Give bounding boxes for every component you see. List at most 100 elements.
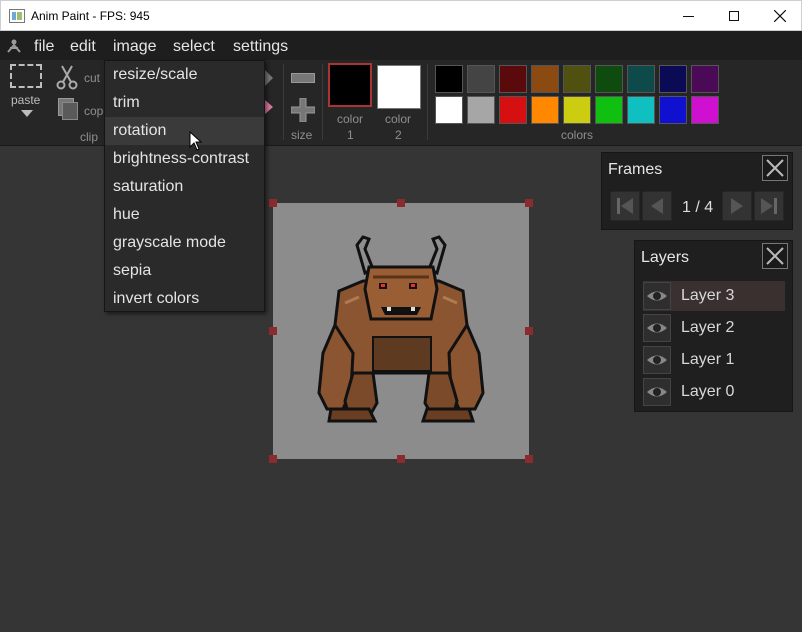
resize-handle-r[interactable]: [525, 327, 533, 335]
visibility-eye-icon[interactable]: [643, 346, 671, 374]
minimize-icon: [682, 15, 694, 17]
color-1-swatch[interactable]: [328, 63, 372, 107]
maximize-icon: [729, 11, 739, 21]
arrow-right-icon[interactable]: [265, 70, 275, 86]
prev-frame-icon: [651, 198, 663, 214]
first-frame-icon: [617, 198, 633, 214]
layer-label: Layer 0: [681, 383, 735, 400]
visibility-eye-icon[interactable]: [643, 314, 671, 342]
layer-row[interactable]: Layer 1: [643, 345, 785, 375]
close-window-button[interactable]: [757, 1, 802, 31]
frames-close-button[interactable]: [762, 155, 788, 181]
layers-close-button[interactable]: [762, 243, 788, 269]
image-menu-item[interactable]: saturation: [105, 173, 264, 201]
colors-label: colors: [561, 128, 594, 142]
palette-swatch[interactable]: [435, 96, 463, 124]
resize-handle-br[interactable]: [525, 455, 533, 463]
color-2-number: 2: [395, 128, 402, 142]
paste-chevron-icon[interactable]: [21, 110, 33, 118]
image-menu-item[interactable]: trim: [105, 89, 264, 117]
window-titlebar: Anim Paint - FPS: 945: [0, 0, 802, 31]
palette-swatch[interactable]: [531, 96, 559, 124]
color-2-swatch[interactable]: [377, 65, 421, 109]
palette-swatch[interactable]: [659, 65, 687, 93]
first-frame-button[interactable]: [610, 191, 640, 221]
resize-handle-tl[interactable]: [269, 199, 277, 207]
menu-settings[interactable]: settings: [233, 38, 288, 56]
select-rect-icon[interactable]: [10, 64, 42, 88]
copy-label[interactable]: cop: [84, 104, 103, 118]
palette-swatch[interactable]: [467, 96, 495, 124]
frames-panel-title: Frames: [608, 161, 663, 178]
palette-swatch[interactable]: [627, 65, 655, 93]
close-icon: [766, 247, 784, 265]
close-icon: [774, 10, 786, 22]
visibility-eye-icon[interactable]: [643, 282, 671, 310]
color-2-label: color: [385, 112, 412, 126]
layer-label: Layer 2: [681, 319, 735, 336]
visibility-eye-icon[interactable]: [643, 378, 671, 406]
image-menu-item[interactable]: hue: [105, 201, 264, 229]
layer-label: Layer 3: [681, 287, 735, 304]
palette-swatch[interactable]: [531, 65, 559, 93]
frames-panel: Frames 1 / 4: [601, 152, 793, 230]
palette-swatch[interactable]: [499, 96, 527, 124]
color-1-label: color: [337, 112, 364, 126]
window-title: Anim Paint - FPS: 945: [31, 9, 150, 23]
palette-swatch[interactable]: [499, 65, 527, 93]
menu-bar: file edit image select settings: [0, 31, 802, 60]
scissors-icon[interactable]: [56, 64, 78, 90]
image-menu-item[interactable]: invert colors: [105, 285, 264, 313]
last-frame-button[interactable]: [754, 191, 784, 221]
size-increase-button[interactable]: [291, 98, 315, 122]
resize-handle-b[interactable]: [397, 455, 405, 463]
layers-panel-title: Layers: [641, 249, 690, 266]
palette-swatch[interactable]: [563, 65, 591, 93]
close-icon: [766, 159, 784, 177]
image-menu-dropdown: resize/scale trim rotation brightness-contr…: [104, 60, 265, 312]
mouse-cursor-icon: [189, 131, 203, 151]
next-frame-button[interactable]: [722, 191, 752, 221]
image-menu-item[interactable]: resize/scale: [105, 61, 264, 89]
resize-handle-l[interactable]: [269, 327, 277, 335]
layer-label: Layer 1: [681, 351, 735, 368]
palette-swatch[interactable]: [563, 96, 591, 124]
image-menu-item[interactable]: grayscale mode: [105, 229, 264, 257]
palette-swatch[interactable]: [659, 96, 687, 124]
size-label: size: [291, 128, 313, 142]
last-frame-icon: [761, 198, 777, 214]
menu-edit[interactable]: edit: [70, 38, 96, 56]
palette-swatch[interactable]: [595, 96, 623, 124]
color-1-number: 1: [347, 128, 354, 142]
layer-row[interactable]: Layer 3: [643, 281, 785, 311]
app-logo-icon[interactable]: [6, 39, 22, 53]
menu-select[interactable]: select: [173, 38, 215, 56]
menu-image[interactable]: image: [113, 38, 157, 56]
menu-file[interactable]: file: [34, 38, 54, 56]
clipboard-group-label: clip: [80, 130, 99, 144]
maximize-button[interactable]: [711, 1, 757, 31]
size-decrease-button[interactable]: [291, 73, 315, 83]
paste-label[interactable]: paste: [11, 93, 40, 107]
palette-swatch[interactable]: [595, 65, 623, 93]
palette-swatch[interactable]: [627, 96, 655, 124]
minimize-button[interactable]: [665, 1, 711, 31]
drawing-canvas[interactable]: [273, 203, 529, 459]
image-menu-item[interactable]: rotation: [105, 117, 264, 145]
pink-tool-icon[interactable]: [265, 100, 275, 114]
palette-swatch[interactable]: [691, 96, 719, 124]
image-menu-item[interactable]: brightness-contrast: [105, 145, 264, 173]
palette-swatch[interactable]: [435, 65, 463, 93]
resize-handle-t[interactable]: [397, 199, 405, 207]
palette-swatch[interactable]: [691, 65, 719, 93]
image-menu-item[interactable]: sepia: [105, 257, 264, 285]
layer-row[interactable]: Layer 0: [643, 377, 785, 407]
layer-row[interactable]: Layer 2: [643, 313, 785, 343]
next-frame-icon: [731, 198, 743, 214]
palette-swatch[interactable]: [467, 65, 495, 93]
cut-label[interactable]: cut: [84, 71, 100, 85]
resize-handle-tr[interactable]: [525, 199, 533, 207]
prev-frame-button[interactable]: [642, 191, 672, 221]
resize-handle-bl[interactable]: [269, 455, 277, 463]
monster-sprite-image: [317, 235, 485, 423]
